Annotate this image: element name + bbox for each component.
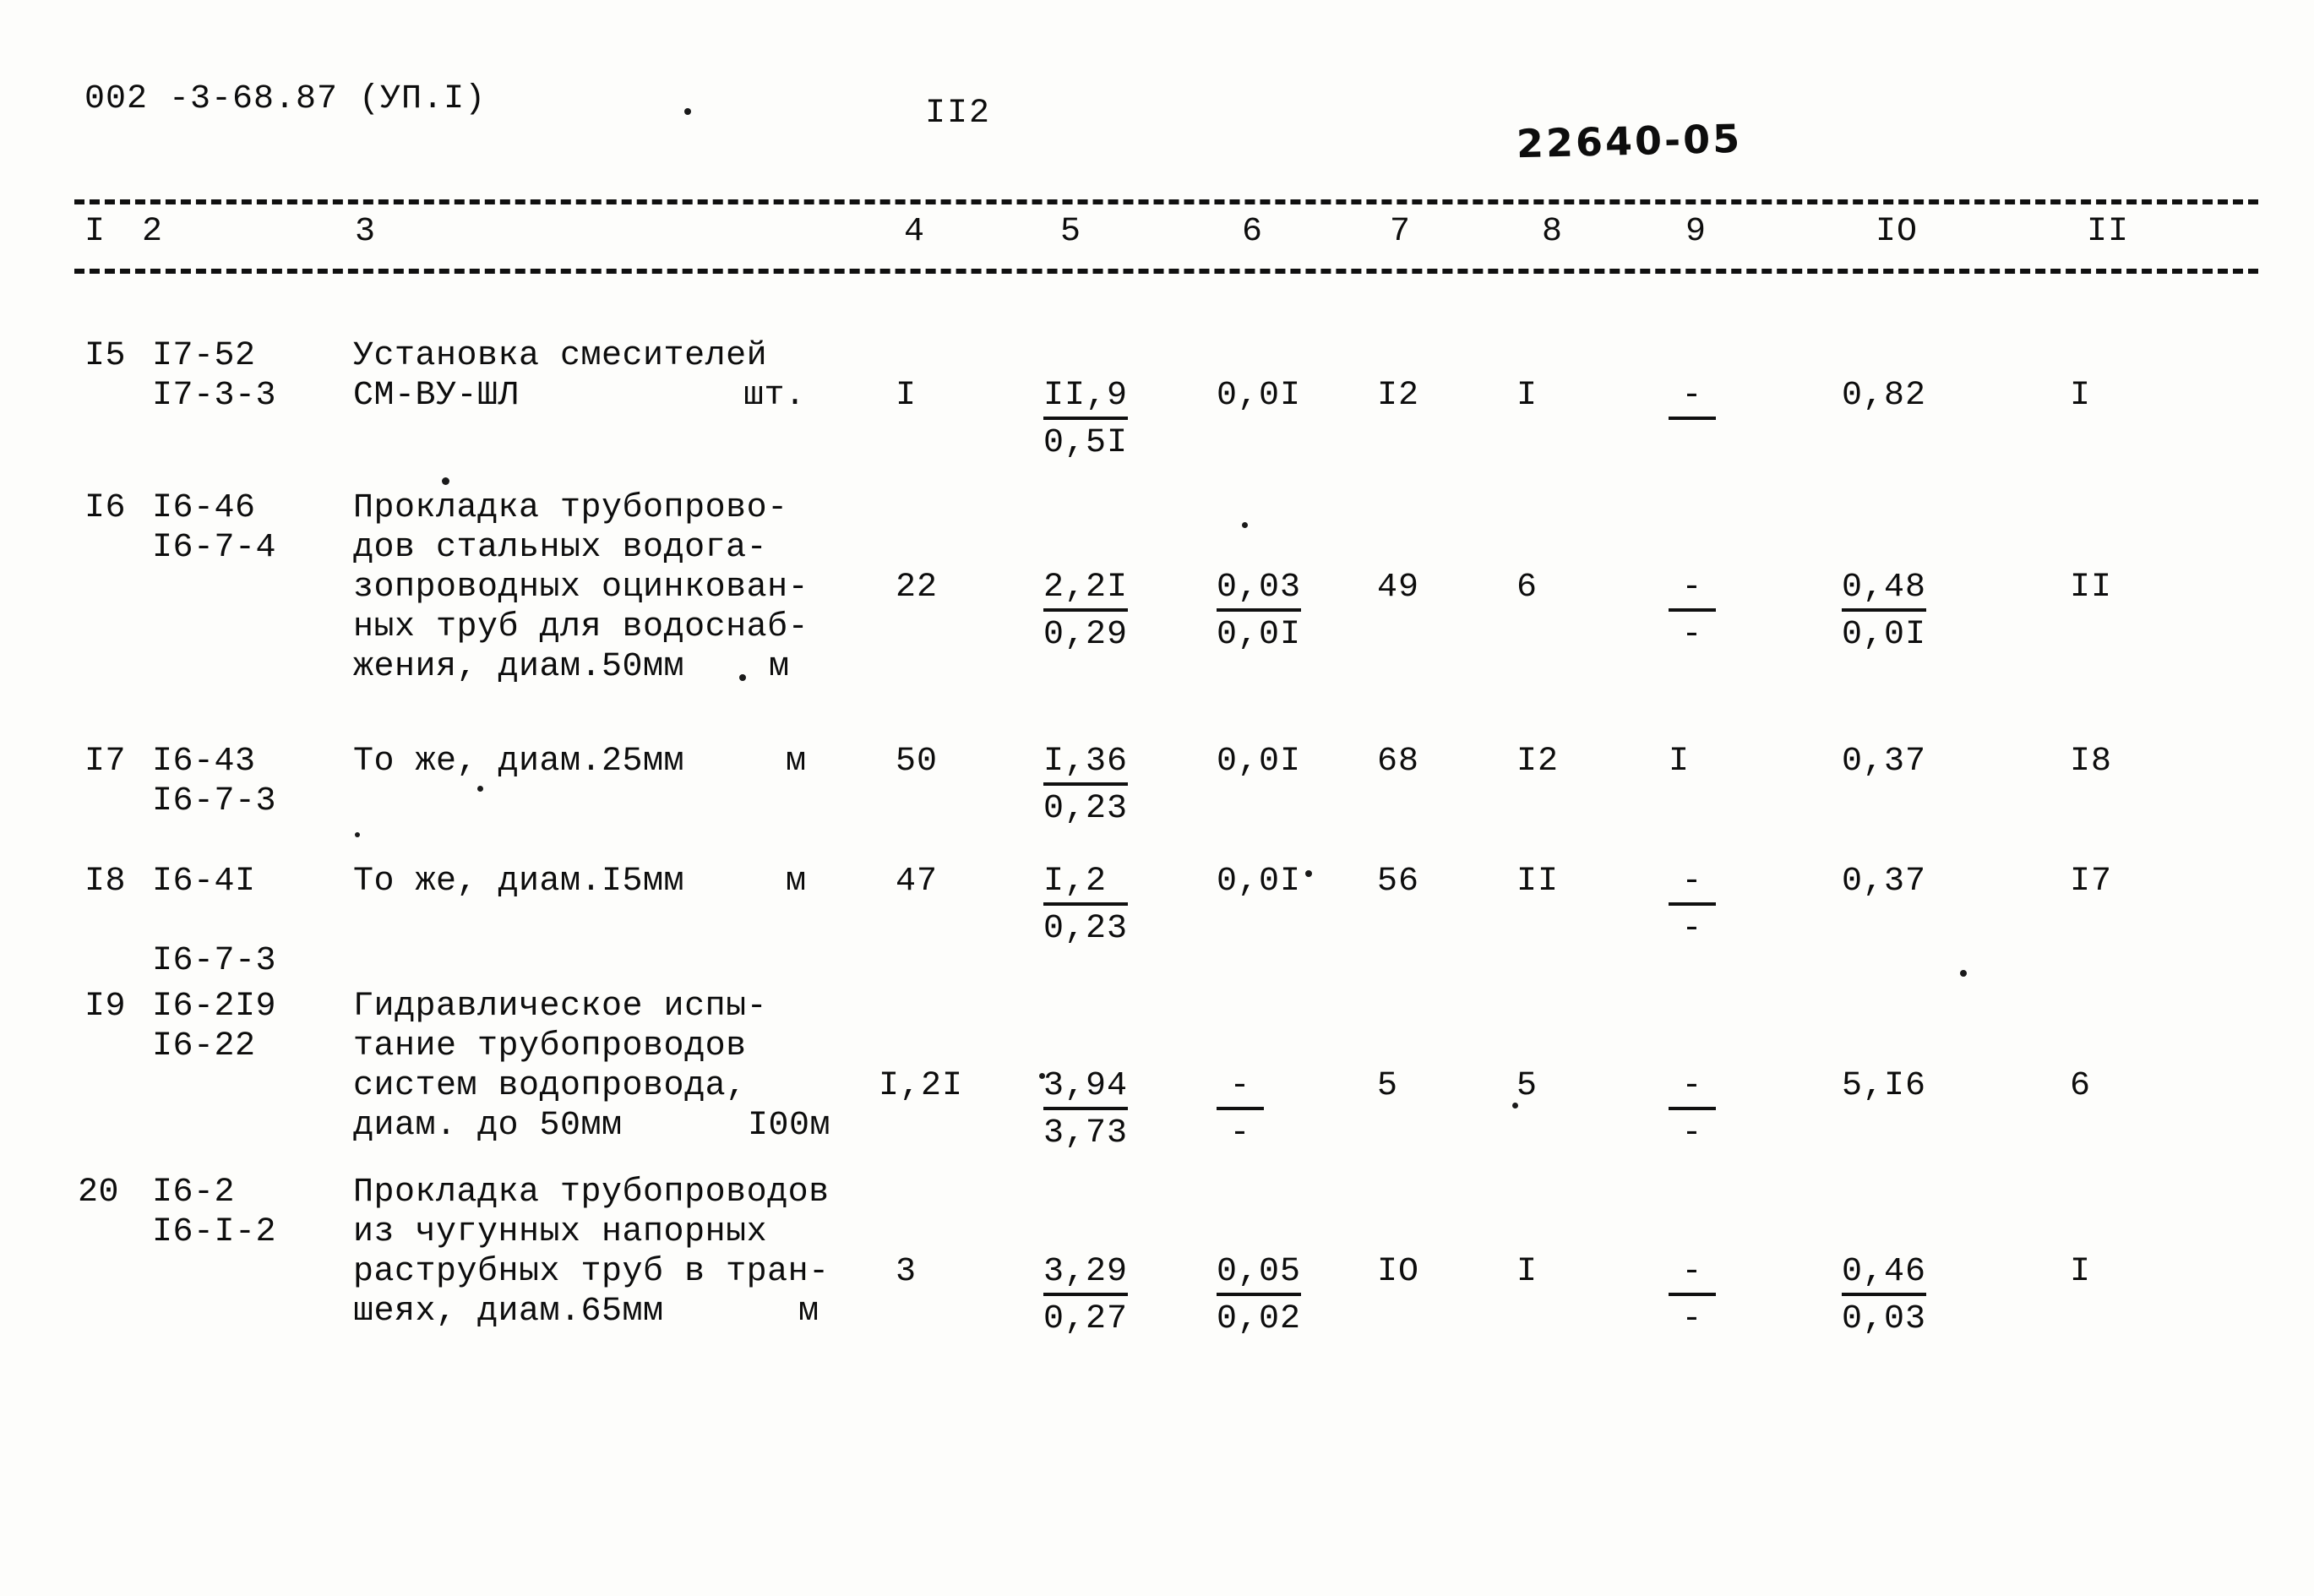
- row-number: 20: [78, 1174, 120, 1212]
- row-number: I8: [84, 863, 127, 901]
- cell-col4: I: [896, 377, 917, 415]
- row-description: То же, диам.I5мм: [353, 863, 685, 901]
- row-number: I6: [84, 489, 127, 527]
- cell-col5: I,36 0,23: [1043, 743, 1129, 828]
- cell-col11: I8: [2070, 743, 2113, 781]
- row-number: I9: [84, 988, 127, 1026]
- cell-col8: 6: [1516, 569, 1538, 607]
- scan-speck: [442, 477, 449, 485]
- cell-col11: I7: [2070, 863, 2113, 901]
- page-number: II2: [925, 95, 992, 133]
- cell-col7: 49: [1377, 569, 1420, 607]
- row-unit: м: [798, 1293, 819, 1331]
- cell-col7: IO: [1377, 1253, 1420, 1291]
- cell-col7: 56: [1377, 863, 1420, 901]
- cell-col6: 0,0I: [1217, 743, 1302, 781]
- cell-col7: 5: [1377, 1067, 1399, 1105]
- column-header-2: 2: [142, 213, 164, 251]
- row-code: I6-43 I6-7-3: [152, 743, 277, 820]
- cell-col9: --: [1669, 1252, 1716, 1339]
- row-description: Установка смесителей СМ-ВУ-ШЛ: [353, 337, 768, 415]
- row-description: Прокладка трубопрово-дов стальных водога…: [353, 489, 809, 686]
- cell-col8: II: [1516, 863, 1560, 901]
- column-header-8: 8: [1542, 213, 1564, 251]
- scanned-document-page: 002 -3-68.87 (УП.I) II2 22640-05 I 2 3 4…: [0, 0, 2314, 1596]
- column-header-10: IO: [1876, 213, 1919, 251]
- column-header-1: I: [84, 213, 106, 251]
- row-unit: м: [769, 648, 790, 686]
- scan-speck: [1039, 1073, 1045, 1079]
- document-code: 002 -3-68.87 (УП.I): [84, 80, 487, 118]
- column-header-3: 3: [355, 213, 377, 251]
- row-number: I5: [84, 337, 127, 375]
- column-header-7: 7: [1390, 213, 1412, 251]
- cell-col5: 3,94 3,73: [1043, 1067, 1129, 1152]
- archive-stamp: 22640-05: [1516, 115, 1743, 167]
- cell-col4: 50: [896, 743, 939, 781]
- row-description: Прокладка трубопроводов из чугунных напор…: [353, 1174, 830, 1331]
- row-description: Гидравлическое испы-тание трубопроводов с…: [353, 988, 768, 1145]
- scan-speck: [1242, 522, 1248, 528]
- scan-speck: [477, 786, 483, 792]
- cell-col7: 68: [1377, 743, 1420, 781]
- cell-col10: 0,37: [1842, 863, 1927, 901]
- table-rule-top: [74, 199, 2258, 204]
- cell-col4: I,2I: [879, 1067, 964, 1105]
- scan-speck: [355, 832, 360, 837]
- cell-col8: I2: [1516, 743, 1560, 781]
- row-unit: м: [786, 863, 807, 901]
- cell-col6: 0,03 0,0I: [1217, 569, 1302, 654]
- scan-speck: [1960, 970, 1967, 977]
- column-header-4: 4: [904, 213, 926, 251]
- cell-col5: 2,2I 0,29: [1043, 569, 1129, 654]
- scan-speck: [1512, 1103, 1518, 1108]
- cell-col6: 0,0I: [1217, 377, 1302, 415]
- cell-col4: 3: [896, 1253, 917, 1291]
- cell-col9: I: [1669, 743, 1691, 781]
- row-code: I6-4I I6-7-3: [152, 863, 277, 980]
- cell-col11: I: [2070, 377, 2092, 415]
- cell-col5: 3,29 0,27: [1043, 1253, 1129, 1338]
- cell-col10: 0,48 0,0I: [1842, 569, 1927, 654]
- row-code: I6-46 I6-7-4: [152, 489, 277, 567]
- cell-col8: I: [1516, 377, 1538, 415]
- cell-col10: 5,I6: [1842, 1067, 1927, 1105]
- scan-speck: [1305, 870, 1312, 877]
- cell-col8: 5: [1516, 1067, 1538, 1105]
- row-unit: шт.: [743, 377, 806, 415]
- row-code: I6-2 I6-I-2: [152, 1174, 277, 1251]
- cell-col11: I: [2070, 1253, 2092, 1291]
- scan-speck: [739, 674, 746, 681]
- row-description: То же, диам.25мм: [353, 743, 685, 781]
- cell-col7: I2: [1377, 377, 1420, 415]
- row-code: I7-52 I7-3-3: [152, 337, 277, 415]
- cell-col6: --: [1217, 1066, 1264, 1153]
- cell-col9: -: [1669, 376, 1716, 420]
- cell-col9: --: [1669, 862, 1716, 949]
- cell-col8: I: [1516, 1253, 1538, 1291]
- column-header-6: 6: [1242, 213, 1264, 251]
- column-header-9: 9: [1685, 213, 1707, 251]
- cell-col6: 0,05 0,02: [1217, 1253, 1302, 1338]
- scan-speck: [684, 108, 691, 115]
- cell-col11: 6: [2070, 1067, 2092, 1105]
- row-unit: м: [786, 743, 807, 781]
- cell-col9: --: [1669, 1066, 1716, 1153]
- cell-col10: 0,46 0,03: [1842, 1253, 1927, 1338]
- row-number: I7: [84, 743, 127, 781]
- cell-col11: II: [2070, 569, 2113, 607]
- cell-col10: 0,82: [1842, 377, 1927, 415]
- cell-col9: --: [1669, 568, 1716, 655]
- cell-col10: 0,37: [1842, 743, 1927, 781]
- cell-col4: 22: [896, 569, 939, 607]
- row-unit: I00м: [748, 1107, 831, 1145]
- column-header-5: 5: [1060, 213, 1082, 251]
- column-header-11: II: [2087, 213, 2130, 251]
- cell-col5: I,2 0,23: [1043, 863, 1129, 948]
- cell-col5: II,9 0,5I: [1043, 377, 1129, 462]
- table-rule-bottom: [74, 269, 2258, 274]
- row-code: I6-2I9 I6-22: [152, 988, 277, 1065]
- cell-col6: 0,0I: [1217, 863, 1302, 901]
- cell-col4: 47: [896, 863, 939, 901]
